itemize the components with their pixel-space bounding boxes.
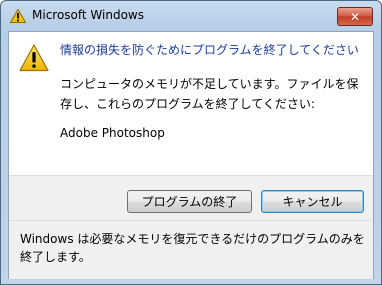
warning-icon xyxy=(10,9,26,23)
title-bar[interactable]: Microsoft Windows ✕ xyxy=(1,1,381,31)
close-icon: ✕ xyxy=(349,9,361,24)
main-instruction: 情報の損失を防ぐためにプログラムを終了してください xyxy=(60,43,359,57)
end-program-button[interactable]: プログラムの終了 xyxy=(127,190,252,213)
footer-text: Windows は必要なメモリを復元できるだけのプログラムのみを終了します。 xyxy=(20,232,365,264)
warning-icon xyxy=(19,44,49,72)
message-text: コンピュータのメモリが不足しています。ファイルを保存し、これらのプログラムを終了… xyxy=(60,77,359,111)
footer-area: Windows は必要なメモリを復元できるだけのプログラムのみを終了します。 xyxy=(9,220,373,279)
close-button[interactable]: ✕ xyxy=(337,7,373,26)
program-name: Adobe Photoshop xyxy=(60,126,165,140)
cancel-button[interactable]: キャンセル xyxy=(261,190,364,213)
window-title: Microsoft Windows xyxy=(32,8,144,22)
dialog-content: 情報の損失を防ぐためにプログラムを終了してください コンピュータのメモリが不足し… xyxy=(8,31,374,279)
button-row: プログラムの終了 キャンセル xyxy=(9,175,373,220)
dialog-window: Microsoft Windows ✕ 情報の損失を防ぐためにプログラムを終了し… xyxy=(0,0,382,285)
